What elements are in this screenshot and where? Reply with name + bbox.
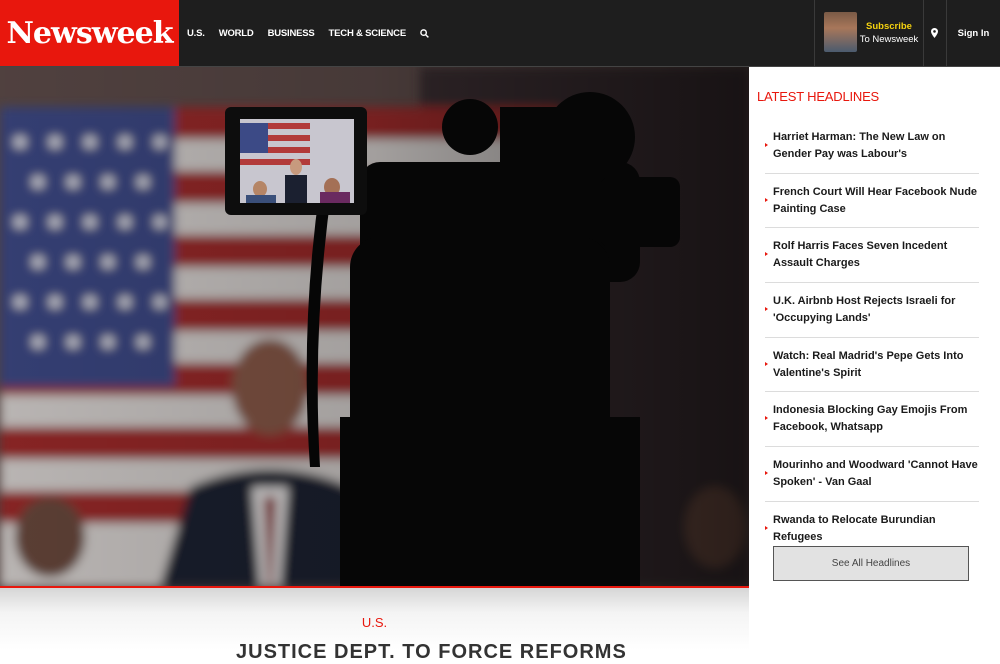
- headline-item[interactable]: U.K. Airbnb Host Rejects Israeli for 'Oc…: [765, 283, 979, 338]
- headline-link[interactable]: Indonesia Blocking Gay Emojis From Faceb…: [773, 402, 979, 436]
- subscribe-label: Subscribe: [866, 21, 912, 32]
- headline-item[interactable]: Harriet Harman: The New Law on Gender Pa…: [765, 119, 979, 174]
- nav-world[interactable]: WORLD: [219, 28, 254, 39]
- story-headline[interactable]: JUSTICE DEPT. TO FORCE REFORMS: [236, 641, 627, 664]
- subscribe-link[interactable]: Subscribe To Newsweek: [859, 20, 919, 46]
- story-section-label[interactable]: U.S.: [0, 615, 749, 630]
- sign-in-link[interactable]: Sign In: [947, 0, 1000, 66]
- search-icon[interactable]: [420, 28, 429, 38]
- bullet-icon: [765, 416, 768, 421]
- map-pin-icon[interactable]: [923, 0, 947, 66]
- hero-photo: [0, 67, 749, 587]
- headline-link[interactable]: Mourinho and Woodward 'Cannot Have Spoke…: [773, 457, 979, 491]
- bullet-icon: [765, 306, 768, 311]
- bullet-icon: [765, 197, 768, 202]
- headline-list: Harriet Harman: The New Law on Gender Pa…: [765, 119, 979, 557]
- bullet-icon: [765, 142, 768, 147]
- headline-link[interactable]: Watch: Real Madrid's Pepe Gets Into Vale…: [773, 348, 979, 382]
- sidebar-title: LATEST HEADLINES: [757, 89, 880, 104]
- headline-link[interactable]: U.K. Airbnb Host Rejects Israeli for 'Oc…: [773, 293, 979, 327]
- subscribe-sublabel: To Newsweek: [859, 34, 919, 45]
- main-nav: U.S. WORLD BUSINESS TECH & SCIENCE: [187, 0, 443, 66]
- subscriber-avatar: [824, 12, 857, 52]
- nav-us[interactable]: U.S.: [187, 28, 205, 39]
- bullet-icon: [765, 470, 768, 475]
- headline-item[interactable]: Indonesia Blocking Gay Emojis From Faceb…: [765, 392, 979, 448]
- headline-link[interactable]: French Court Will Hear Facebook Nude Pai…: [773, 184, 979, 218]
- site-header: Newsweek U.S. WORLD BUSINESS TECH & SCIE…: [0, 0, 1000, 67]
- bullet-icon: [765, 361, 768, 366]
- newsweek-logo[interactable]: Newsweek: [0, 0, 179, 66]
- headline-item[interactable]: Rolf Harris Faces Seven Incedent Assault…: [765, 228, 979, 284]
- headline-link[interactable]: Harriet Harman: The New Law on Gender Pa…: [773, 129, 979, 163]
- headline-item[interactable]: Watch: Real Madrid's Pepe Gets Into Vale…: [765, 338, 979, 393]
- headline-item[interactable]: French Court Will Hear Facebook Nude Pai…: [765, 174, 979, 229]
- headline-link[interactable]: Rolf Harris Faces Seven Incedent Assault…: [773, 238, 979, 272]
- nav-business[interactable]: BUSINESS: [268, 28, 315, 39]
- bullet-icon: [765, 526, 768, 531]
- hero-image[interactable]: [0, 67, 749, 587]
- bullet-icon: [765, 252, 768, 257]
- subscribe-area[interactable]: Subscribe To Newsweek: [814, 0, 924, 66]
- headline-link[interactable]: Rwanda to Relocate Burundian Refugees: [773, 512, 979, 546]
- logo-text: Newsweek: [6, 15, 173, 51]
- latest-headlines-sidebar: LATEST HEADLINES Harriet Harman: The New…: [749, 67, 1000, 650]
- nav-tech-science[interactable]: TECH & SCIENCE: [329, 28, 407, 39]
- headline-item[interactable]: Mourinho and Woodward 'Cannot Have Spoke…: [765, 447, 979, 502]
- see-all-headlines-button[interactable]: See All Headlines: [773, 546, 969, 581]
